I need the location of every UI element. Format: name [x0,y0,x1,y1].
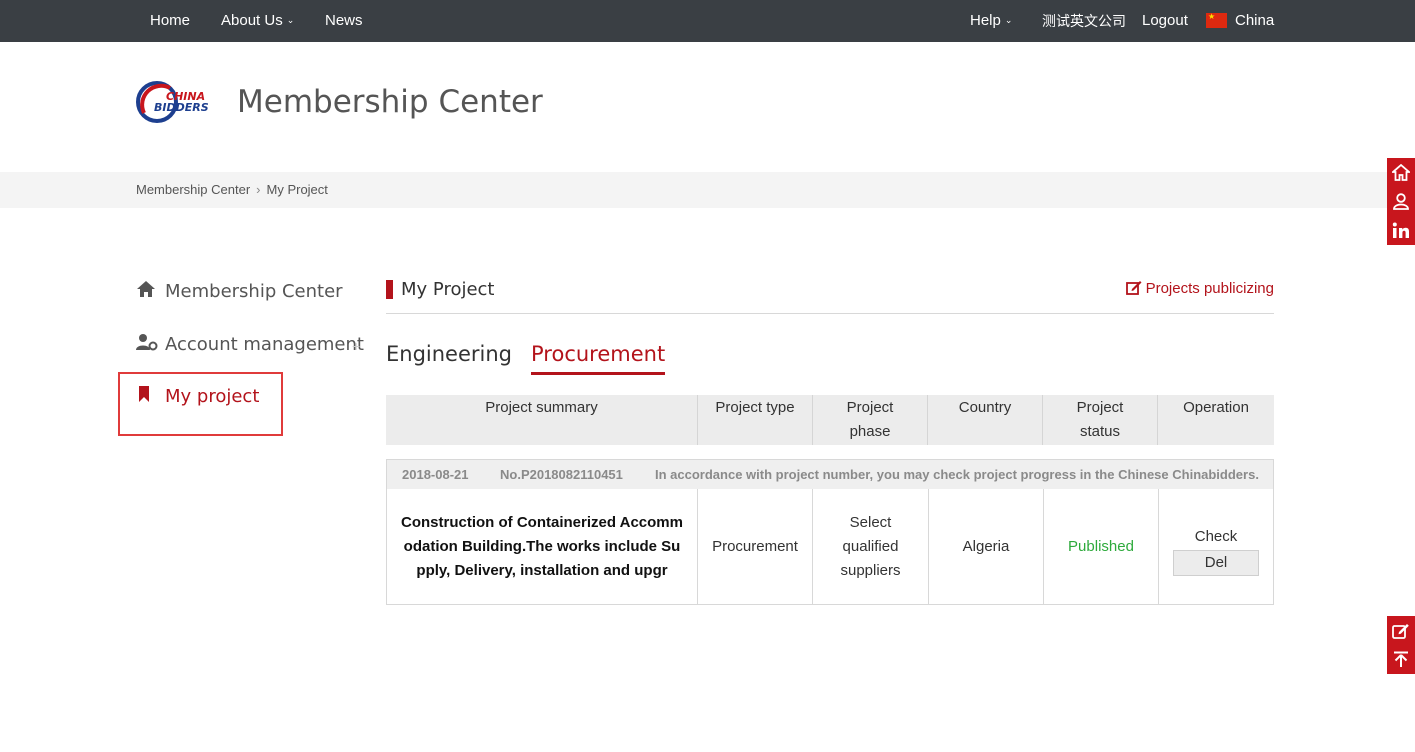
country-cell: Algeria [929,489,1044,604]
chevron-down-icon: ⌄ [286,15,295,25]
floating-toolbar-top [1387,158,1415,245]
column-header-project-type: Project type [698,395,813,445]
projects-publicizing-label: Projects publicizing [1145,280,1274,297]
top-navbar: Home About Us ⌄ News Help ⌄ 测试英文公司 Logout … [0,0,1415,42]
nav-home-link[interactable]: Home [150,0,190,42]
float-linkedin-button[interactable] [1387,216,1415,245]
table-header: Project summary Project type Project pha… [386,395,1274,445]
column-header-operation: Operation [1183,399,1249,416]
edit-icon [1125,280,1142,299]
region-selector[interactable]: China [1235,0,1274,42]
delete-button[interactable]: Del [1173,550,1259,576]
float-user-button[interactable] [1387,187,1415,216]
nav-help-label: Help [970,12,1001,29]
breadcrumb-root-link[interactable]: Membership Center [136,182,250,197]
company-name-link[interactable]: 测试英文公司 [1042,0,1126,42]
logo-text-bottom: BIDDERS [154,101,209,114]
tab-engineering[interactable]: Engineering [386,342,512,372]
column-header-project-phase: Project phase [813,395,928,445]
china-flag-icon: ★ [1206,12,1227,28]
sidebar-item-membership-center[interactable]: Membership Center [136,280,343,303]
project-summary-link[interactable]: Construction of Containerized Accommodat… [387,489,698,604]
row-date: 2018-08-21 [402,467,469,482]
project-status-cell: Published [1044,489,1159,604]
row-project-number: No.P2018082110451 [500,467,623,482]
operation-cell: Check Del [1159,489,1273,604]
nav-help-menu[interactable]: Help ⌄ [970,0,1012,42]
sidebar-item-label: Account management [165,334,364,355]
column-header-project-summary: Project summary [386,395,698,445]
section-marker [386,280,393,299]
projects-publicizing-link[interactable]: Projects publicizing [1125,280,1274,299]
project-summary-text: Construction of Containerized Accommodat… [401,513,683,579]
column-header-country: Country [928,395,1043,445]
linkedin-icon [1392,222,1409,238]
float-back-to-top-button[interactable] [1387,645,1415,674]
check-button[interactable]: Check [1195,525,1238,549]
breadcrumb: Membership Center › My Project [136,182,328,197]
project-phase-cell: Select qualified suppliers [813,489,929,604]
row-meta-bar: 2018-08-21 No.P2018082110451 In accordan… [387,460,1273,489]
floating-toolbar-bottom [1387,616,1415,674]
user-settings-icon [136,333,158,356]
tab-procurement[interactable]: Procurement [531,342,666,375]
float-home-button[interactable] [1387,158,1415,187]
sidebar-item-account-management[interactable]: Account management [136,333,364,356]
divider [386,313,1274,314]
nav-about-us-menu[interactable]: About Us ⌄ [221,0,294,42]
row-note: In accordance with project number, you m… [655,467,1259,482]
column-header-project-status: Project status [1043,395,1158,445]
selection-highlight [118,372,283,436]
sidebar-item-label: Membership Center [165,281,343,302]
back-to-top-icon [1394,651,1408,667]
float-edit-button[interactable] [1387,616,1415,645]
home-icon [1392,164,1410,181]
expand-plus-icon[interactable]: + [352,338,360,354]
user-icon [1393,193,1409,210]
nav-news-link[interactable]: News [325,0,363,42]
home-icon [136,280,158,303]
chevron-down-icon: ⌄ [1004,15,1013,25]
project-type-cell: Procurement [698,489,813,604]
logout-link[interactable]: Logout [1142,0,1188,42]
nav-about-us-label: About Us [221,12,283,29]
page-header-title: Membership Center [237,84,543,120]
edit-icon [1392,624,1409,639]
chevron-right-icon: › [256,182,261,197]
chinabidders-logo[interactable]: CHINA BIDDERS [136,80,218,124]
section-title: My Project [401,279,495,300]
breadcrumb-current: My Project [266,182,328,197]
table-row: 2018-08-21 No.P2018082110451 In accordan… [386,459,1274,605]
